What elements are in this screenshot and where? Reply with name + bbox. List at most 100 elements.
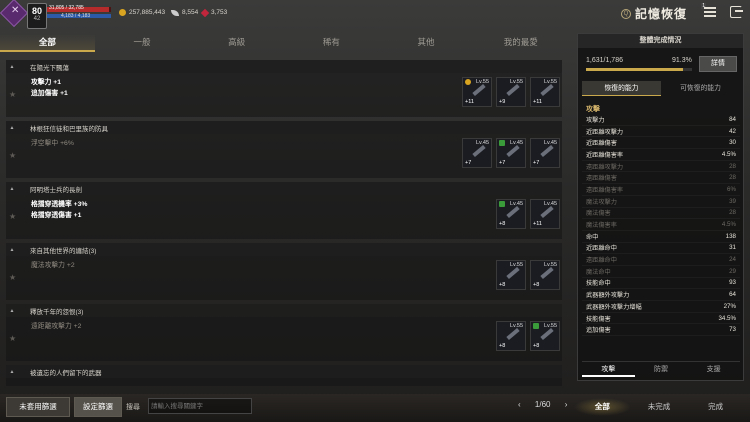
ability-row: 魔法攻擊力 39 [582, 196, 740, 208]
favorite-star-icon[interactable]: ★ [9, 151, 16, 160]
ability-value: 31 [729, 244, 736, 252]
item-slot[interactable]: Lv.55 +11 [530, 77, 560, 107]
completion-percent: 91.3% [672, 57, 692, 64]
ability-name: 魔法攻擊力 [586, 198, 617, 206]
collapse-arrow-icon[interactable]: ▲ [6, 64, 18, 70]
favorite-star-icon[interactable]: ★ [9, 90, 16, 99]
help-icon[interactable]: Q [620, 8, 631, 19]
collapse-arrow-icon[interactable]: ▲ [6, 186, 18, 192]
tab-advanced[interactable]: 高級 [189, 34, 284, 52]
search-input[interactable] [148, 398, 252, 414]
favorite-star-icon[interactable]: ★ [9, 273, 16, 282]
ability-value: 29 [729, 267, 736, 275]
item-level: Lv.55 [509, 79, 523, 85]
memory-group: ▲ 被遺忘的人們留下的武器★ [6, 365, 562, 386]
item-enhance: +8 [533, 343, 540, 349]
group-header[interactable]: ▲ 林根狂信徒和巴里族的防具 [6, 121, 562, 134]
stat-line: 遠距離攻擊力 +2 [31, 323, 82, 330]
ability-row: 追加傷害 73 [582, 324, 740, 337]
group-header[interactable]: ▲ 阿明塔士兵的長劍 [6, 182, 562, 195]
item-image [540, 83, 554, 97]
stat-line: 追加傷害 +1 [31, 90, 68, 97]
exit-icon[interactable] [730, 6, 743, 18]
ability-name: 近距離傷害率 [586, 151, 624, 159]
group-header[interactable]: ▲ 被遺忘的人們留下的武器 [6, 365, 562, 378]
ability-row: 遠距離傷害 28 [582, 172, 740, 185]
gold-currency: 257,885,443 [119, 9, 165, 16]
ability-name: 追加傷害 [586, 327, 611, 335]
item-slot[interactable]: Lv.45 +7 [530, 138, 560, 168]
pager: ‹ 1/60 › [512, 400, 573, 409]
tab-favorites[interactable]: 我的最愛 [473, 34, 568, 52]
ability-row: 武器額外攻擊力 64 [582, 289, 740, 301]
group-stats: 格擋穿透機率 +3% 格擋穿透傷害 +1 [31, 199, 87, 221]
next-page-icon[interactable]: › [565, 400, 568, 409]
tab-other[interactable]: 其他 [379, 34, 474, 52]
tab-attack[interactable]: 攻擊 [582, 362, 635, 377]
item-enhance: +7 [533, 160, 540, 166]
ability-value: 73 [729, 326, 736, 334]
group-header[interactable]: ▲ 來自其他世界的纏結(3) [6, 243, 562, 256]
filter-incomplete[interactable]: 未完成 [631, 398, 688, 416]
ability-value: 6% [727, 185, 736, 193]
tab-defense[interactable]: 防禦 [635, 362, 688, 377]
ability-name: 魔法傷害率 [586, 222, 617, 230]
collapse-arrow-icon[interactable]: ▲ [6, 125, 18, 131]
group-title: 在陽光下飄蕩 [30, 64, 69, 72]
item-level: Lv.55 [509, 262, 523, 268]
favorite-star-icon[interactable]: ★ [9, 212, 16, 221]
favorite-star-icon[interactable]: ★ [9, 334, 16, 343]
item-slot[interactable]: Lv.55 +9 [496, 77, 526, 107]
menu-icon[interactable] [704, 7, 716, 17]
ability-name: 遠距離命中 [586, 257, 617, 265]
mp-text: 4,183 / 4,183 [61, 13, 91, 19]
stat-line: 格擋穿透傷害 +1 [31, 212, 82, 219]
item-slot[interactable]: Lv.55 +11 [462, 77, 492, 107]
player-sub-level: 42 [33, 16, 41, 22]
ability-list[interactable]: 攻擊力 84 近距離攻擊力 42 近距離傷害 30 近距離傷害率 4.5% 遠距離攻擊力 28 遠距… [582, 114, 740, 360]
ability-row: 攻擊力 84 [582, 114, 740, 126]
ability-row: 近距離命中 31 [582, 243, 740, 255]
completion-filter-tabs: 全部 未完成 完成 [574, 398, 744, 416]
item-enhance: +9 [499, 99, 506, 105]
detail-button[interactable]: 詳情 [699, 56, 737, 72]
group-title: 林根狂信徒和巴里族的防具 [30, 125, 108, 133]
ability-sub-tabs: 恢復的能力 可恢復的能力 [582, 81, 740, 96]
tab-recovered-abilities[interactable]: 恢復的能力 [582, 81, 661, 96]
group-header[interactable]: ▲ 在陽光下飄蕩 [6, 60, 562, 73]
unset-filter-button[interactable]: 未套用篩選 [6, 397, 70, 417]
item-slot[interactable]: Lv.55 +8 [530, 260, 560, 290]
item-slot[interactable]: Lv.55 +8 [496, 260, 526, 290]
group-title: 釋放千年的怨恨(3) [30, 308, 84, 316]
filter-complete[interactable]: 完成 [687, 398, 744, 416]
collapse-arrow-icon[interactable]: ▲ [6, 369, 18, 375]
item-slot[interactable]: Lv.45 +7 [496, 138, 526, 168]
tab-all[interactable]: 全部 [0, 34, 95, 52]
collapse-arrow-icon[interactable]: ▲ [6, 247, 18, 253]
item-slot[interactable]: Lv.55 +8 [496, 321, 526, 351]
tab-recoverable-abilities[interactable]: 可恢復的能力 [661, 81, 740, 96]
set-filter-button[interactable]: 設定篩選 [74, 397, 122, 417]
item-image [506, 83, 520, 97]
ability-row: 技能命中 93 [582, 278, 740, 290]
group-header[interactable]: ▲ 釋放千年的怨恨(3) [6, 304, 562, 317]
feather-currency: 8,554 [171, 9, 198, 16]
tab-normal[interactable]: 一般 [95, 34, 190, 52]
ability-value: 4.5% [721, 150, 736, 158]
filter-all[interactable]: 全部 [574, 398, 631, 416]
collapse-arrow-icon[interactable]: ▲ [6, 308, 18, 314]
ability-value: 4.5% [721, 221, 736, 229]
prev-page-icon[interactable]: ‹ [518, 400, 521, 409]
tab-rare[interactable]: 稀有 [284, 34, 379, 52]
memory-group: ▲ 釋放千年的怨恨(3) ★ 遠距離攻擊力 +2 Lv.55 +8 Lv.55 +8 [6, 304, 562, 361]
memory-group: ▲ 阿明塔士兵的長劍 ★ 格擋穿透機率 +3% 格擋穿透傷害 +1 Lv.45 +8 Lv.4… [6, 182, 562, 239]
item-slot[interactable]: Lv.45 +11 [530, 199, 560, 229]
item-slot[interactable]: Lv.55 +8 [530, 321, 560, 351]
ability-row: 技能傷害 34.5% [582, 313, 740, 325]
tab-support[interactable]: 支援 [687, 362, 740, 377]
item-slot[interactable]: Lv.45 +7 [462, 138, 492, 168]
ability-row: 遠距離傷害率 6% [582, 184, 740, 196]
category-tabs: 全部 一般 高級 稀有 其他 我的最愛 [0, 34, 568, 52]
item-image [540, 327, 554, 341]
item-slot[interactable]: Lv.45 +8 [496, 199, 526, 229]
